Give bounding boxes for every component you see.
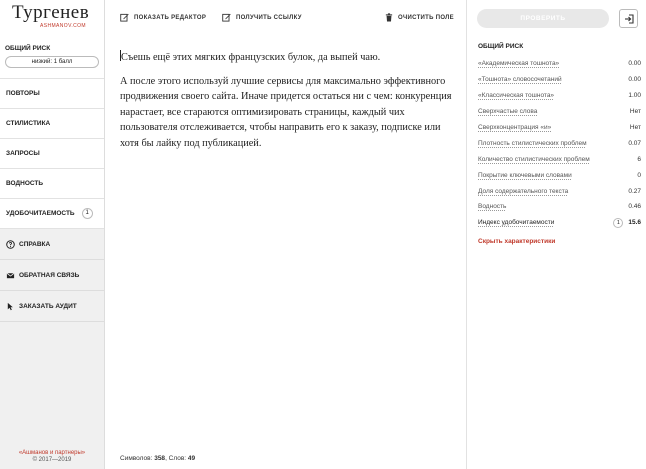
analysis-panel: ПРОВЕРИТЬ ОБЩИЙ РИСК «Академическая тошн… bbox=[466, 0, 646, 469]
metric-value: 0.00 bbox=[628, 60, 641, 68]
edit-icon bbox=[120, 13, 129, 22]
metric-row: «Классическая тошнота» 1.00 bbox=[478, 88, 641, 104]
metric-value: 0 bbox=[637, 171, 641, 179]
logo-subtitle: ASHMANOV.COM bbox=[39, 23, 86, 29]
sidebar-item-queries[interactable]: ЗАПРОСЫ bbox=[0, 139, 104, 169]
get-link-button[interactable]: ПОЛУЧИТЬ ССЫЛКУ bbox=[222, 13, 302, 22]
editor-paragraph: Съешь ещё этих мягких французских булок,… bbox=[120, 50, 452, 66]
sidebar-item-stylistics[interactable]: СТИЛИСТИКА bbox=[0, 109, 104, 139]
metric-row: Покрытие ключевыми словами 0 bbox=[478, 167, 641, 183]
check-button[interactable]: ПРОВЕРИТЬ bbox=[477, 9, 609, 28]
sidebar-item-wateriness[interactable]: ВОДНОСТЬ bbox=[0, 169, 104, 199]
company-link[interactable]: «Ашманов и партнеры» bbox=[0, 450, 104, 456]
metric-label[interactable]: Сверхчастые слова bbox=[478, 108, 537, 115]
logout-icon bbox=[624, 13, 634, 24]
metric-row: Количество стилистических проблем 6 bbox=[478, 151, 641, 167]
footer: «Ашманов и партнеры» © 2017—2019 bbox=[0, 450, 104, 463]
metric-row: «Тошнота» словосочетаний 0.00 bbox=[478, 72, 641, 88]
cursor-icon bbox=[6, 302, 15, 311]
editor-text: Съешь ещё этих мягких французских булок,… bbox=[121, 52, 381, 63]
sidebar-item-label: ОБРАТНАЯ СВЯЗЬ bbox=[19, 271, 80, 279]
get-link-label: ПОЛУЧИТЬ ССЫЛКУ bbox=[236, 14, 302, 21]
text-counts: Символов: 358, Слов: 49 bbox=[120, 455, 195, 462]
words-count: 49 bbox=[187, 455, 196, 462]
sidebar-item-label: УДОБОЧИТАЕМОСТЬ bbox=[6, 209, 75, 217]
sidebar-item-label: СТИЛИСТИКА bbox=[6, 119, 51, 127]
risk-badge: низкий: 1 балл bbox=[5, 56, 99, 68]
words-label: , Слов: bbox=[165, 455, 187, 462]
sidebar-item-repeats[interactable]: ПОВТОРЫ bbox=[0, 79, 104, 109]
sidebar-item-label: СПРАВКА bbox=[19, 240, 51, 248]
metric-value: 0.07 bbox=[628, 139, 641, 147]
metric-row: Индекс удобочитаемости 1 15.6 bbox=[478, 215, 641, 231]
metric-label[interactable]: «Тошнота» словосочетаний bbox=[478, 76, 562, 83]
metric-row: Водность 0.46 bbox=[478, 199, 641, 215]
logout-button[interactable] bbox=[619, 9, 638, 28]
metric-row: Плотность стилистических проблем 0.07 bbox=[478, 135, 641, 151]
metric-value-group: 1 15.6 bbox=[613, 217, 641, 228]
trash-icon bbox=[385, 13, 393, 22]
help-icon bbox=[6, 239, 15, 249]
metric-row: Сверхконцентрация «и» Нет bbox=[478, 120, 641, 136]
editor-paragraph: А после этого используй лучшие сервисы д… bbox=[120, 75, 452, 149]
metric-value: 0.46 bbox=[628, 203, 641, 211]
risk-label: ОБЩИЙ РИСК bbox=[5, 45, 51, 52]
show-editor-button[interactable]: ПОКАЗАТЬ РЕДАКТОР bbox=[120, 13, 206, 22]
sidebar-item-label: ЗАКАЗАТЬ АУДИТ bbox=[19, 302, 77, 310]
metric-value: Нет bbox=[629, 108, 641, 116]
sidebar-item-label: ВОДНОСТЬ bbox=[6, 179, 44, 187]
risk-summary: ОБЩИЙ РИСК низкий: 1 балл bbox=[0, 38, 104, 79]
logo-title: Тургенев bbox=[12, 2, 90, 23]
copyright: © 2017—2019 bbox=[32, 457, 72, 463]
metric-value: Нет bbox=[629, 124, 641, 131]
mail-icon bbox=[6, 271, 15, 280]
show-editor-label: ПОКАЗАТЬ РЕДАКТОР bbox=[134, 14, 207, 21]
chars-label: Символов: bbox=[120, 455, 153, 462]
metric-value: 1.00 bbox=[628, 92, 641, 100]
metrics-title: ОБЩИЙ РИСК bbox=[478, 43, 524, 50]
sidebar-item-feedback[interactable]: ОБРАТНАЯ СВЯЗЬ bbox=[0, 260, 104, 291]
secondary-nav: СПРАВКА ОБРАТНАЯ СВЯЗЬ ЗАКАЗАТЬ АУДИТ «А… bbox=[0, 229, 104, 469]
metric-value: 15.6 bbox=[628, 219, 641, 227]
count-badge: 1 bbox=[81, 208, 93, 219]
chars-count: 358 bbox=[154, 455, 166, 462]
hide-characteristics-link[interactable]: Скрыть характеристики bbox=[478, 238, 555, 245]
link-edit-icon bbox=[222, 13, 231, 22]
metric-value: 0.27 bbox=[628, 187, 641, 195]
metric-label[interactable]: Индекс удобочитаемости bbox=[478, 219, 554, 226]
metric-label[interactable]: Сверхконцентрация «и» bbox=[478, 124, 551, 131]
sidebar-item-label: ПОВТОРЫ bbox=[6, 89, 40, 97]
metric-value: 6 bbox=[637, 155, 641, 163]
metric-label[interactable]: Покрытие ключевыми словами bbox=[478, 172, 572, 179]
sidebar-item-label: ЗАПРОСЫ bbox=[6, 149, 40, 157]
metric-row: «Академическая тошнота» 0.00 bbox=[478, 56, 641, 72]
metric-row: Доля содержательного текста 0.27 bbox=[478, 183, 641, 199]
metric-label[interactable]: «Академическая тошнота» bbox=[478, 60, 559, 67]
clear-field-label: ОЧИСТИТЬ ПОЛЕ bbox=[398, 14, 454, 21]
metric-row: Сверхчастые слова Нет bbox=[478, 104, 641, 120]
metric-label[interactable]: «Классическая тошнота» bbox=[478, 92, 554, 99]
sidebar-item-readability[interactable]: УДОБОЧИТАЕМОСТЬ 1 bbox=[0, 199, 104, 229]
metric-label[interactable]: Доля содержательного текста bbox=[478, 188, 568, 195]
sidebar-item-help[interactable]: СПРАВКА bbox=[0, 229, 104, 260]
clear-field-button[interactable]: ОЧИСТИТЬ ПОЛЕ bbox=[385, 13, 454, 22]
metric-label[interactable]: Плотность стилистических проблем bbox=[478, 140, 587, 147]
metric-label[interactable]: Количество стилистических проблем bbox=[478, 156, 590, 163]
logo[interactable]: Тургенев ASHMANOV.COM bbox=[0, 0, 104, 38]
sidebar-item-order-audit[interactable]: ЗАКАЗАТЬ АУДИТ bbox=[0, 291, 104, 322]
metric-label[interactable]: Водность bbox=[478, 203, 506, 210]
metric-value: 0.00 bbox=[628, 76, 641, 84]
text-editor[interactable]: Съешь ещё этих мягких французских булок,… bbox=[120, 50, 452, 159]
metrics-list: «Академическая тошнота» 0.00 «Тошнота» сл… bbox=[478, 56, 641, 231]
count-badge: 1 bbox=[613, 217, 624, 228]
